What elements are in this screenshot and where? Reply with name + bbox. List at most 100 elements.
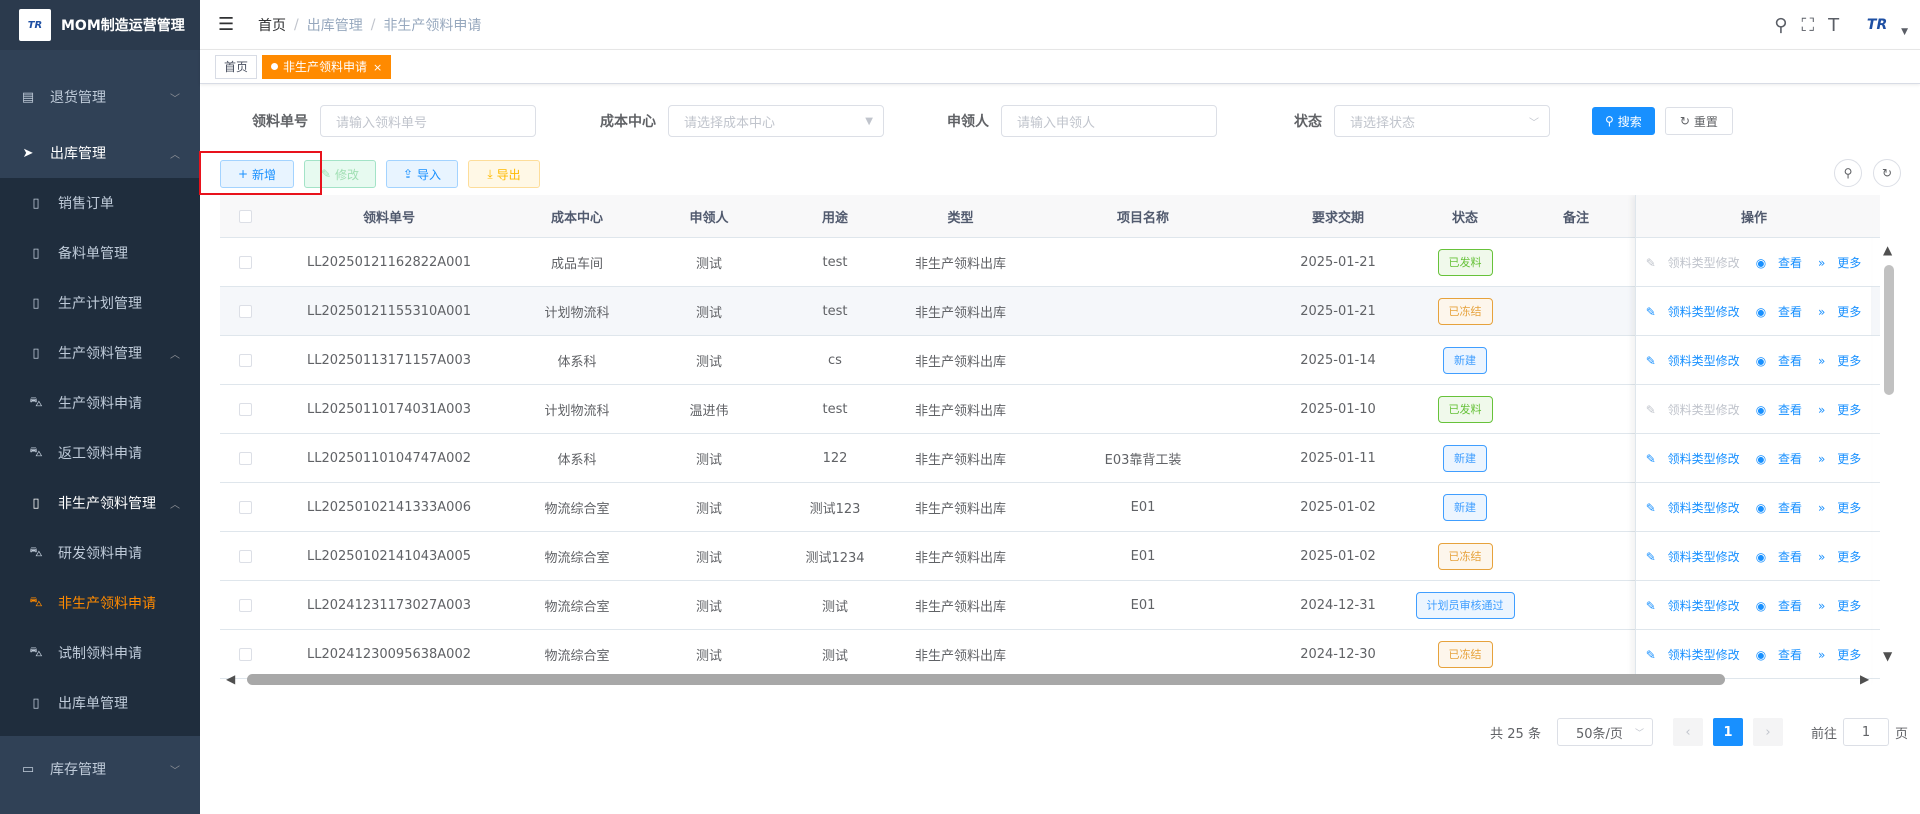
brand[interactable]: TR MOM制造运营管理	[0, 0, 200, 50]
applicant-input[interactable]: 请输入申领人	[1001, 105, 1217, 137]
edit-type-link[interactable]: ✎ 领料类型修改	[1642, 303, 1744, 320]
sidebar-item-nonproduction-picking[interactable]: ▯ 非生产领料管理 ︿	[0, 478, 200, 528]
view-link[interactable]: ◉ 查看	[1752, 303, 1806, 320]
table-row[interactable]: LL20250110174031A003 计划物流科 温进伟 test 非生产领料出库 2…	[220, 385, 1880, 434]
next-page-button[interactable]: ›	[1752, 718, 1783, 746]
edit-type-link[interactable]: ✎ 领料类型修改	[1642, 401, 1744, 418]
checkbox[interactable]	[238, 451, 252, 465]
cost-center-select[interactable]: 请选择成本中心 ▼	[668, 105, 884, 137]
more-link[interactable]: » 更多	[1814, 254, 1865, 271]
caret-down-icon[interactable]: ▼	[1901, 27, 1908, 37]
table-row[interactable]: LL20241231173027A003 物流综合室 测试 测试 非生产领料出库 E01 2…	[220, 581, 1880, 630]
scroll-right-icon[interactable]: ▶	[1860, 672, 1869, 686]
view-link[interactable]: ◉ 查看	[1752, 646, 1806, 663]
export-button[interactable]: ⤓ 导出	[468, 160, 540, 188]
sidebar-item-nonproduction-picking-request[interactable]: ⛍ 非生产领料申请	[0, 578, 200, 628]
row-select[interactable]	[220, 532, 270, 580]
more-link[interactable]: » 更多	[1814, 303, 1865, 320]
sidebar-item-rd-picking-request[interactable]: ⛍ 研发领料申请	[0, 528, 200, 578]
checkbox[interactable]	[238, 353, 252, 367]
sidebar-item-inventory[interactable]: ▭ 库存管理 ﹀	[0, 744, 200, 794]
reset-button[interactable]: ↻ 重置	[1664, 107, 1733, 135]
view-link[interactable]: ◉ 查看	[1752, 352, 1806, 369]
row-select[interactable]	[220, 434, 270, 482]
more-link[interactable]: » 更多	[1814, 548, 1865, 565]
font-size-icon[interactable]: T	[1828, 15, 1839, 36]
row-select[interactable]	[220, 336, 270, 384]
tab-home[interactable]: 首页	[215, 54, 258, 79]
checkbox[interactable]	[238, 304, 252, 318]
menu-toggle-icon[interactable]: ☰	[218, 14, 238, 35]
goto-input[interactable]: 1	[1842, 718, 1889, 746]
row-select[interactable]	[220, 385, 270, 433]
view-link[interactable]: ◉ 查看	[1752, 254, 1806, 271]
row-select[interactable]	[220, 581, 270, 629]
edit-type-link[interactable]: ✎ 领料类型修改	[1642, 548, 1744, 565]
view-link[interactable]: ◉ 查看	[1752, 499, 1806, 516]
search-icon[interactable]: ⚲	[1774, 15, 1787, 36]
more-link[interactable]: » 更多	[1814, 401, 1865, 418]
scroll-left-icon[interactable]: ◀	[226, 672, 235, 686]
checkbox[interactable]	[238, 402, 252, 416]
more-link[interactable]: » 更多	[1814, 450, 1865, 467]
scroll-thumb[interactable]	[247, 674, 1725, 685]
row-select[interactable]	[220, 483, 270, 531]
horizontal-scrollbar[interactable]: ◀ ▶	[220, 671, 1880, 687]
scroll-up-icon[interactable]: ▲	[1883, 243, 1892, 257]
view-link[interactable]: ◉ 查看	[1752, 548, 1806, 565]
sidebar-item-trial-picking-request[interactable]: ⛍ 试制领料申请	[0, 628, 200, 678]
row-select[interactable]	[220, 238, 270, 286]
checkbox[interactable]	[238, 209, 252, 223]
tab-nonproduction-picking-request[interactable]: 非生产领料申请 ×	[262, 54, 392, 79]
sidebar-item-outbound-order[interactable]: ▯ 出库单管理	[0, 678, 200, 728]
checkbox[interactable]	[238, 549, 252, 563]
table-row[interactable]: LL20250110104747A002 体系科 测试 122 非生产领料出库 E03靠背…	[220, 434, 1880, 483]
vertical-scrollbar[interactable]: ▲ ▼	[1881, 243, 1897, 663]
fullscreen-icon[interactable]: ⛶	[1801, 15, 1814, 36]
page-button[interactable]: 1	[1712, 718, 1743, 746]
page-size-select[interactable]: 50条/页 ﹀	[1556, 718, 1653, 746]
import-button[interactable]: ⇪ 导入	[386, 160, 458, 188]
table-row[interactable]: LL20250113171157A003 体系科 测试 cs 非生产领料出库 2025-0…	[220, 336, 1880, 385]
more-link[interactable]: » 更多	[1814, 499, 1865, 516]
sidebar-item-rework-picking-request[interactable]: ⛍ 返工领料申请	[0, 428, 200, 478]
more-link[interactable]: » 更多	[1814, 646, 1865, 663]
prev-page-button[interactable]: ‹	[1672, 718, 1703, 746]
row-select[interactable]	[220, 287, 270, 335]
view-link[interactable]: ◉ 查看	[1752, 450, 1806, 467]
more-link[interactable]: » 更多	[1814, 352, 1865, 369]
table-row[interactable]: LL20250102141043A005 物流综合室 测试 测试1234 非生产领料出库…	[220, 532, 1880, 581]
edit-type-link[interactable]: ✎ 领料类型修改	[1642, 450, 1744, 467]
edit-type-link[interactable]: ✎ 领料类型修改	[1642, 499, 1744, 516]
sidebar-item-material-prep[interactable]: ▯ 备料单管理	[0, 228, 200, 278]
breadcrumb-home[interactable]: 首页	[258, 15, 286, 35]
code-input[interactable]: 请输入领料单号	[320, 105, 536, 137]
status-select[interactable]: 请选择状态 ﹀	[1334, 105, 1550, 137]
edit-type-link[interactable]: ✎ 领料类型修改	[1642, 254, 1744, 271]
sidebar-item-production-picking[interactable]: ▯ 生产领料管理 ︿	[0, 328, 200, 378]
sidebar-item-outbound[interactable]: ➤ 出库管理 ︿	[0, 128, 200, 178]
scroll-thumb[interactable]	[1884, 265, 1894, 395]
sidebar-item-production-plan[interactable]: ▯ 生产计划管理	[0, 278, 200, 328]
refresh-button[interactable]: ↻	[1873, 159, 1901, 187]
scroll-down-icon[interactable]: ▼	[1883, 649, 1892, 663]
edit-type-link[interactable]: ✎ 领料类型修改	[1642, 646, 1744, 663]
table-row[interactable]: LL20250121155310A001 计划物流科 测试 test 非生产领料出库 20…	[220, 287, 1880, 336]
header-select-all[interactable]	[220, 195, 270, 237]
breadcrumb-section[interactable]: 出库管理	[307, 15, 363, 35]
edit-type-link[interactable]: ✎ 领料类型修改	[1642, 597, 1744, 614]
toggle-search-button[interactable]: ⚲	[1834, 159, 1862, 187]
close-icon[interactable]: ×	[373, 61, 382, 74]
sidebar-item-sales-order[interactable]: ▯ 销售订单	[0, 178, 200, 228]
checkbox[interactable]	[238, 647, 252, 661]
checkbox[interactable]	[238, 598, 252, 612]
checkbox[interactable]	[238, 255, 252, 269]
avatar[interactable]: TR	[1857, 12, 1897, 38]
edit-type-link[interactable]: ✎ 领料类型修改	[1642, 352, 1744, 369]
sidebar-item-production-picking-request[interactable]: ⛍ 生产领料申请	[0, 378, 200, 428]
view-link[interactable]: ◉ 查看	[1752, 401, 1806, 418]
table-row[interactable]: LL20250102141333A006 物流综合室 测试 测试123 非生产领料出库 E…	[220, 483, 1880, 532]
checkbox[interactable]	[238, 500, 252, 514]
view-link[interactable]: ◉ 查看	[1752, 597, 1806, 614]
search-button[interactable]: ⚲ 搜索	[1592, 107, 1655, 135]
